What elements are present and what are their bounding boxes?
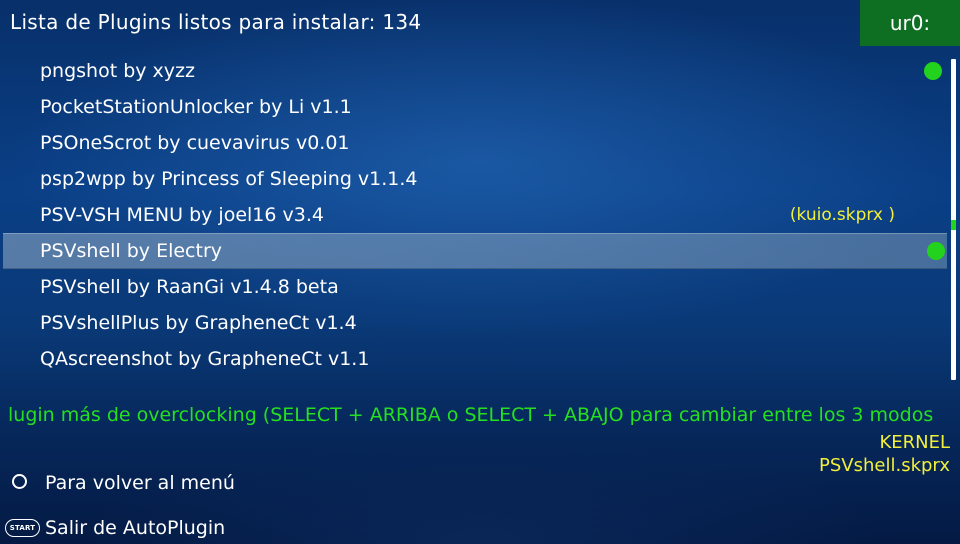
installed-indicator-icon [927, 242, 945, 260]
back-to-menu-hint: Para volver al menú [45, 472, 235, 494]
plugin-description: lugin más de overclocking (SELECT + ARRI… [8, 404, 934, 426]
plugin-item[interactable]: PSV-VSH MENU by joel16 v3.4 (kuio.skprx … [0, 197, 948, 233]
installed-indicator-icon [924, 62, 942, 80]
install-section-label: KERNEL [879, 432, 950, 453]
plugin-label: PSVshellPlus by GrapheneCt v1.4 [40, 312, 357, 334]
scrollbar-thumb[interactable] [951, 220, 956, 230]
plugin-label: PSOneScrot by cuevavirus v0.01 [40, 132, 350, 154]
plugin-item[interactable]: pngshot by xyzz [0, 53, 948, 89]
partition-badge[interactable]: ur0: [860, 0, 960, 46]
plugin-label: PSVshell by RaanGi v1.4.8 beta [40, 276, 339, 298]
plugin-list: pngshot by xyzz PocketStationUnlocker by… [0, 53, 948, 377]
plugin-label: pngshot by xyzz [40, 60, 195, 82]
plugin-requirement-note: (kuio.skprx ) [789, 205, 895, 225]
plugin-label: QAscreenshot by GrapheneCt v1.1 [40, 348, 370, 370]
plugin-item-selected[interactable]: PSVshell by Electry [3, 233, 947, 269]
install-file-label: PSVshell.skprx [819, 455, 950, 476]
start-icon-text: START [9, 524, 36, 532]
plugin-label: PSV-VSH MENU by joel16 v3.4 [40, 204, 324, 226]
page-title: Lista de Plugins listos para instalar: 1… [10, 10, 422, 34]
plugin-item[interactable]: PocketStationUnlocker by Li v1.1 [0, 89, 948, 125]
plugin-item[interactable]: PSVshell by RaanGi v1.4.8 beta [0, 269, 948, 305]
plugin-item[interactable]: PSOneScrot by cuevavirus v0.01 [0, 125, 948, 161]
exit-autoplugin-hint: Salir de AutoPlugin [45, 517, 226, 539]
plugin-label: PocketStationUnlocker by Li v1.1 [40, 96, 352, 118]
circle-button-icon [12, 474, 27, 489]
plugin-label: PSVshell by Electry [40, 240, 223, 262]
start-button-icon: START [5, 519, 40, 537]
plugin-item[interactable]: QAscreenshot by GrapheneCt v1.1 [0, 341, 948, 377]
partition-label: ur0: [889, 11, 931, 35]
plugin-label: psp2wpp by Princess of Sleeping v1.1.4 [40, 168, 418, 190]
plugin-item[interactable]: PSVshellPlus by GrapheneCt v1.4 [0, 305, 948, 341]
plugin-item[interactable]: psp2wpp by Princess of Sleeping v1.1.4 [0, 161, 948, 197]
